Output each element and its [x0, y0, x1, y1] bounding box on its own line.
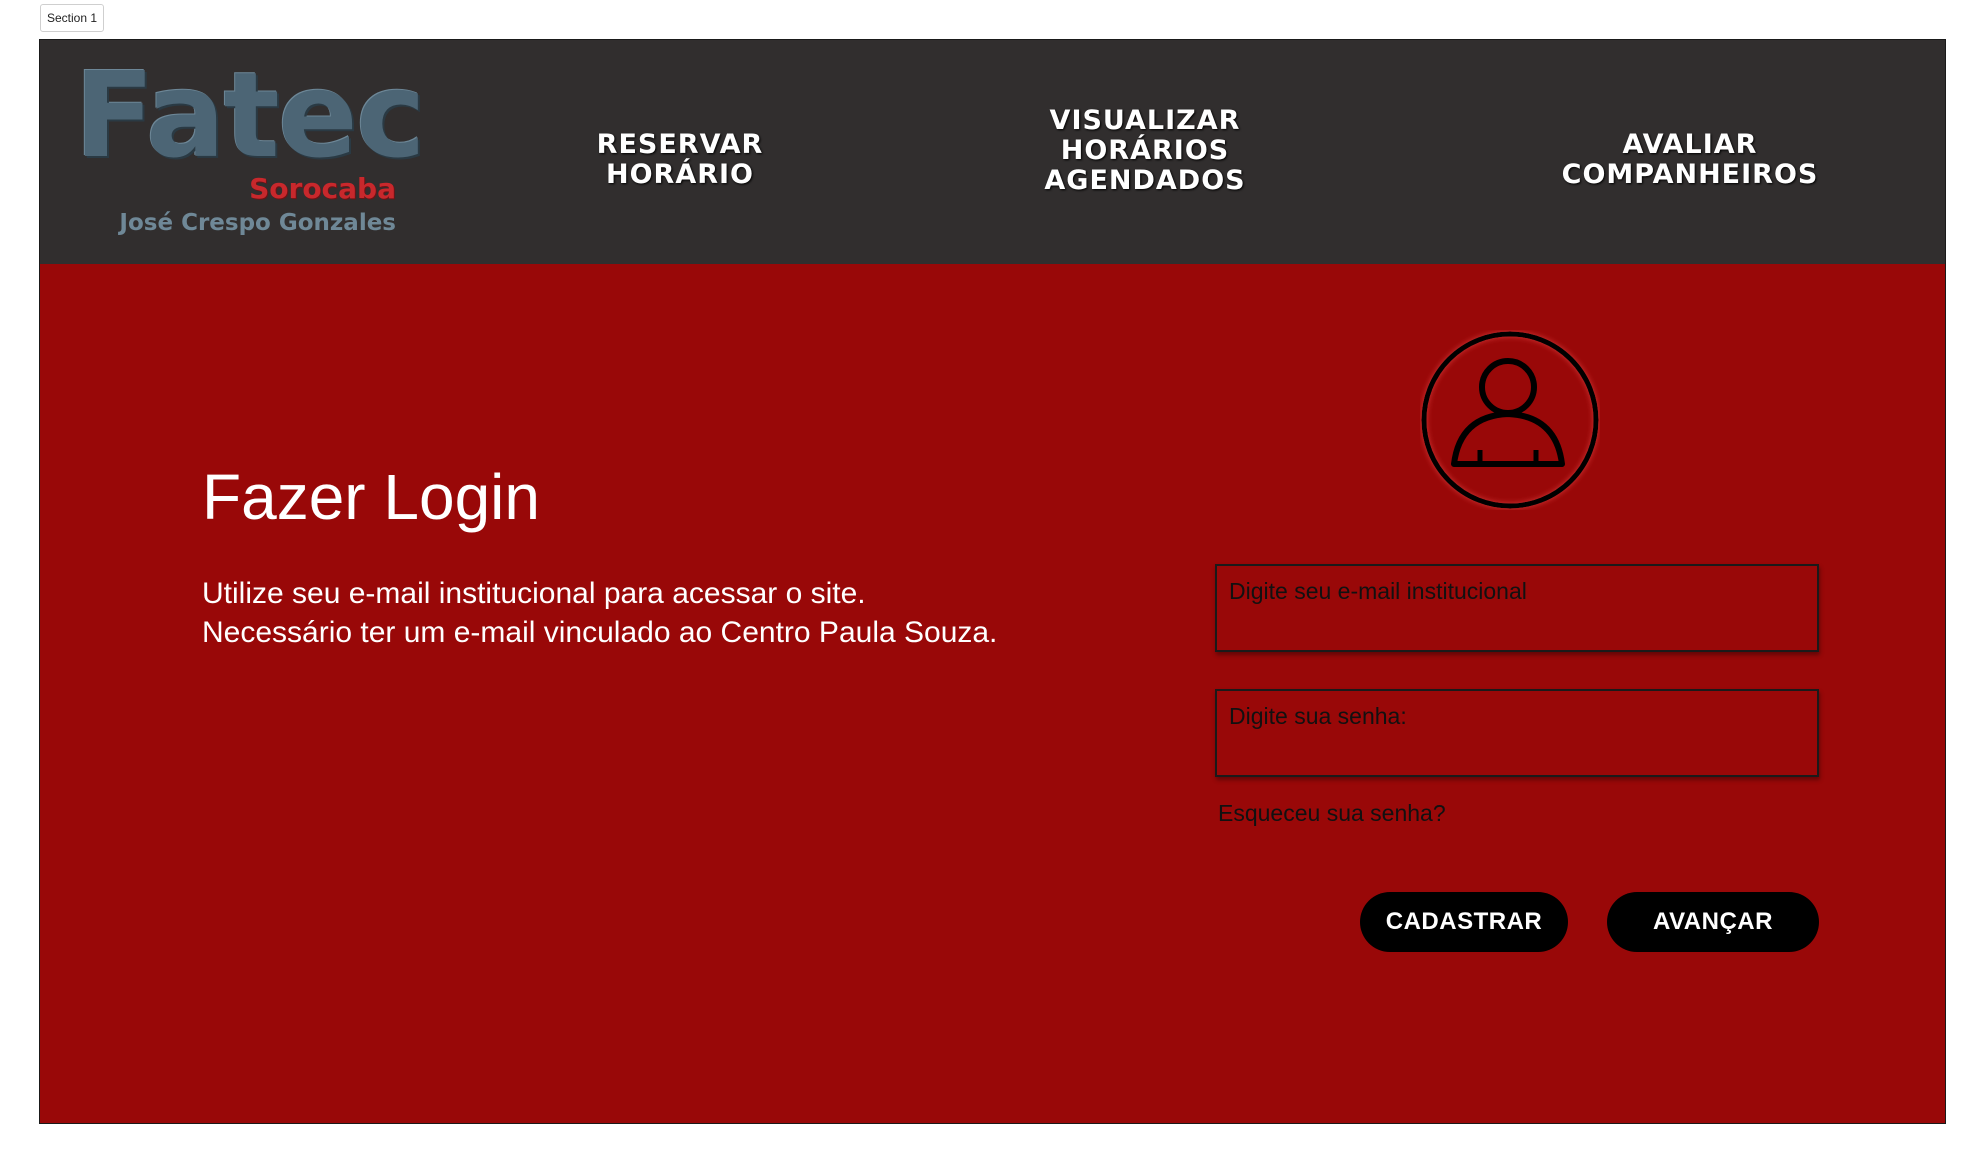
next-button[interactable]: AVANÇAR: [1607, 892, 1819, 952]
logo-institution-name: José Crespo Gonzales: [119, 210, 396, 236]
page-title: Fazer Login: [202, 461, 540, 533]
email-input[interactable]: [1217, 566, 1817, 650]
nav-avaliar-companheiros[interactable]: AVALIAR COMPANHEIROS: [1500, 130, 1880, 190]
password-field[interactable]: Digite sua senha:: [1215, 689, 1819, 777]
fatec-logo[interactable]: Fatec Sorocaba José Crespo Gonzales: [74, 50, 426, 250]
user-avatar-icon: [1421, 331, 1599, 509]
forgot-password-link[interactable]: Esqueceu sua senha?: [1218, 800, 1446, 827]
nav-reservar-horario[interactable]: RESERVAR HORÁRIO: [535, 130, 825, 190]
password-input[interactable]: [1217, 691, 1817, 775]
nav-visualizar-horarios[interactable]: VISUALIZAR HORÁRIOS AGENDADOS: [995, 106, 1295, 196]
email-field[interactable]: Digite seu e-mail institucional: [1215, 564, 1819, 652]
logo-city: Sorocaba: [249, 172, 396, 205]
logo-wordmark: Fatec: [74, 46, 426, 184]
login-page: Fatec Sorocaba José Crespo Gonzales RESE…: [39, 39, 1946, 1124]
description-line-1: Utilize seu e-mail institucional para ac…: [202, 577, 866, 610]
description-line-2: Necessário ter um e-mail vinculado ao Ce…: [202, 616, 998, 649]
register-button[interactable]: CADASTRAR: [1360, 892, 1568, 952]
login-description: Utilize seu e-mail institucional para ac…: [202, 574, 997, 652]
section-label: Section 1: [40, 4, 105, 32]
top-navbar: Fatec Sorocaba José Crespo Gonzales RESE…: [40, 40, 1945, 264]
